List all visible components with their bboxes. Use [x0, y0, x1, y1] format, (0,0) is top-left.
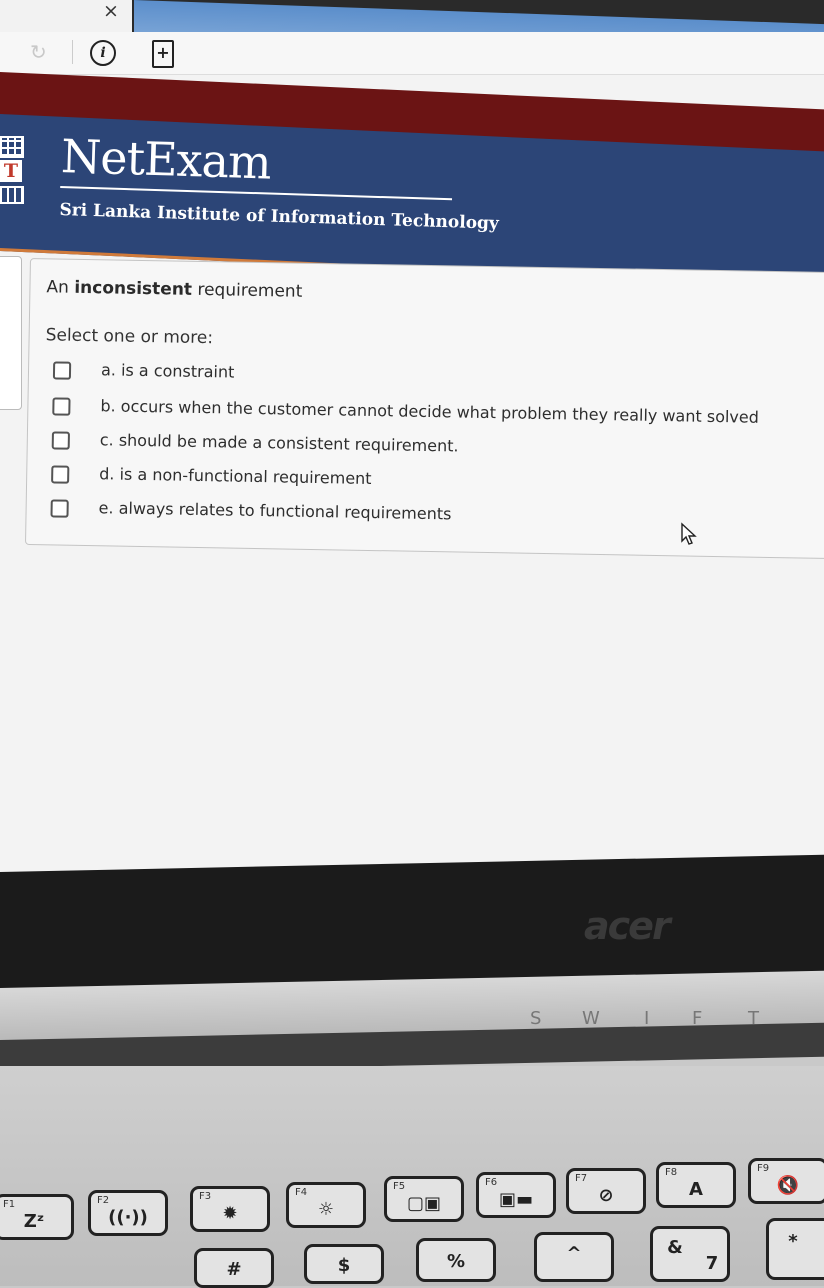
- key-label: F4: [295, 1187, 308, 1198]
- key-glyph: *: [788, 1231, 798, 1252]
- key-label: F6: [485, 1177, 498, 1188]
- info-icon[interactable]: i: [90, 40, 116, 66]
- sleep-icon: Zᶻ: [23, 1211, 45, 1232]
- key-glyph: #: [226, 1259, 242, 1280]
- option-label[interactable]: e. always relates to functional requirem…: [98, 498, 451, 523]
- close-icon[interactable]: ×: [100, 0, 122, 22]
- add-page-icon[interactable]: +: [152, 40, 174, 68]
- mouse-pointer-icon: [681, 522, 697, 545]
- model-letter: W: [582, 1008, 600, 1029]
- key-glyph: 7: [705, 1253, 719, 1274]
- laptop-brand-logo: acer: [584, 904, 671, 948]
- key-label: F1: [3, 1199, 16, 1210]
- option-label[interactable]: a. is a constraint: [101, 360, 235, 381]
- question-text: An inconsistent requirement: [46, 277, 302, 301]
- key-4[interactable]: $: [304, 1244, 384, 1284]
- checkbox[interactable]: [51, 465, 70, 484]
- question-text-emphasis: inconsistent: [74, 277, 193, 300]
- model-letter: S: [530, 1008, 542, 1029]
- key-f9[interactable]: F9 🔇: [748, 1158, 824, 1204]
- key-8[interactable]: *: [766, 1218, 824, 1280]
- logo-grid-top: [0, 136, 24, 158]
- key-label: F2: [97, 1195, 110, 1206]
- key-3[interactable]: #: [194, 1248, 274, 1288]
- quiz-navigation-panel: [0, 256, 22, 410]
- display-switch-icon: ▢▣: [406, 1193, 441, 1214]
- key-7[interactable]: & 7: [650, 1226, 730, 1282]
- key-label: F9: [757, 1163, 770, 1174]
- checkbox[interactable]: [51, 431, 70, 450]
- brightness-down-icon: ✹: [222, 1203, 238, 1224]
- key-label: F7: [575, 1173, 588, 1184]
- key-f1[interactable]: F1 Zᶻ: [0, 1194, 74, 1240]
- display-off-icon: ▣▬: [498, 1189, 533, 1210]
- key-f8[interactable]: F8 A: [656, 1162, 736, 1208]
- key-f7[interactable]: F7 ⊘: [566, 1168, 646, 1214]
- touchpad-off-icon: ⊘: [598, 1185, 614, 1206]
- reload-icon[interactable]: ↻: [30, 40, 47, 64]
- key-f5[interactable]: F5 ▢▣: [384, 1176, 464, 1222]
- checkbox[interactable]: [50, 499, 69, 518]
- question-card: An inconsistent requirement Select one o…: [24, 258, 824, 560]
- brightness-up-icon: ☼: [317, 1199, 335, 1220]
- answer-option-a[interactable]: a. is a constraint: [52, 359, 824, 397]
- option-label[interactable]: b. occurs when the customer cannot decid…: [100, 396, 759, 426]
- logo-grid-bottom: [0, 186, 24, 204]
- key-label: F8: [665, 1167, 678, 1178]
- option-label[interactable]: d. is a non-functional requirement: [99, 464, 372, 488]
- keyboard-backlight-icon: A: [689, 1179, 703, 1200]
- logo-letter: T: [0, 160, 22, 182]
- checkbox[interactable]: [52, 361, 72, 380]
- sliit-logo: T: [0, 128, 26, 212]
- option-label[interactable]: c. should be made a consistent requireme…: [100, 430, 459, 455]
- key-glyph: $: [337, 1255, 351, 1276]
- answer-option-c[interactable]: c. should be made a consistent requireme…: [51, 429, 824, 467]
- answer-option-d[interactable]: d. is a non-functional requirement: [51, 463, 824, 501]
- wireless-icon: ((·)): [108, 1207, 148, 1228]
- answer-option-e[interactable]: e. always relates to functional requirem…: [50, 497, 824, 535]
- key-5[interactable]: %: [416, 1238, 496, 1282]
- answer-prompt: Select one or more:: [45, 325, 214, 349]
- key-glyph: ^: [566, 1243, 582, 1264]
- key-f2[interactable]: F2 ((·)): [88, 1190, 168, 1236]
- question-text-start: An: [46, 277, 75, 298]
- key-label: F3: [199, 1191, 212, 1202]
- answer-option-b[interactable]: b. occurs when the customer cannot decid…: [52, 395, 824, 433]
- question-text-end: requirement: [191, 279, 303, 302]
- address-bar: ↻ i +: [0, 32, 824, 75]
- checkbox[interactable]: [52, 397, 71, 416]
- key-label: F5: [393, 1181, 406, 1192]
- key-f3[interactable]: F3 ✹: [190, 1186, 270, 1232]
- brand: NetExam Sri Lanka Institute of Informati…: [59, 129, 501, 234]
- mute-icon: 🔇: [776, 1175, 800, 1196]
- key-f4[interactable]: F4 ☼: [286, 1182, 366, 1228]
- key-6[interactable]: ^: [534, 1232, 614, 1282]
- toolbar-separator: [72, 40, 73, 64]
- key-glyph: %: [446, 1251, 466, 1272]
- screen: × ↻ i + T NetExam Sri Lanka Institute of…: [0, 0, 824, 880]
- key-f6[interactable]: F6 ▣▬: [476, 1172, 556, 1218]
